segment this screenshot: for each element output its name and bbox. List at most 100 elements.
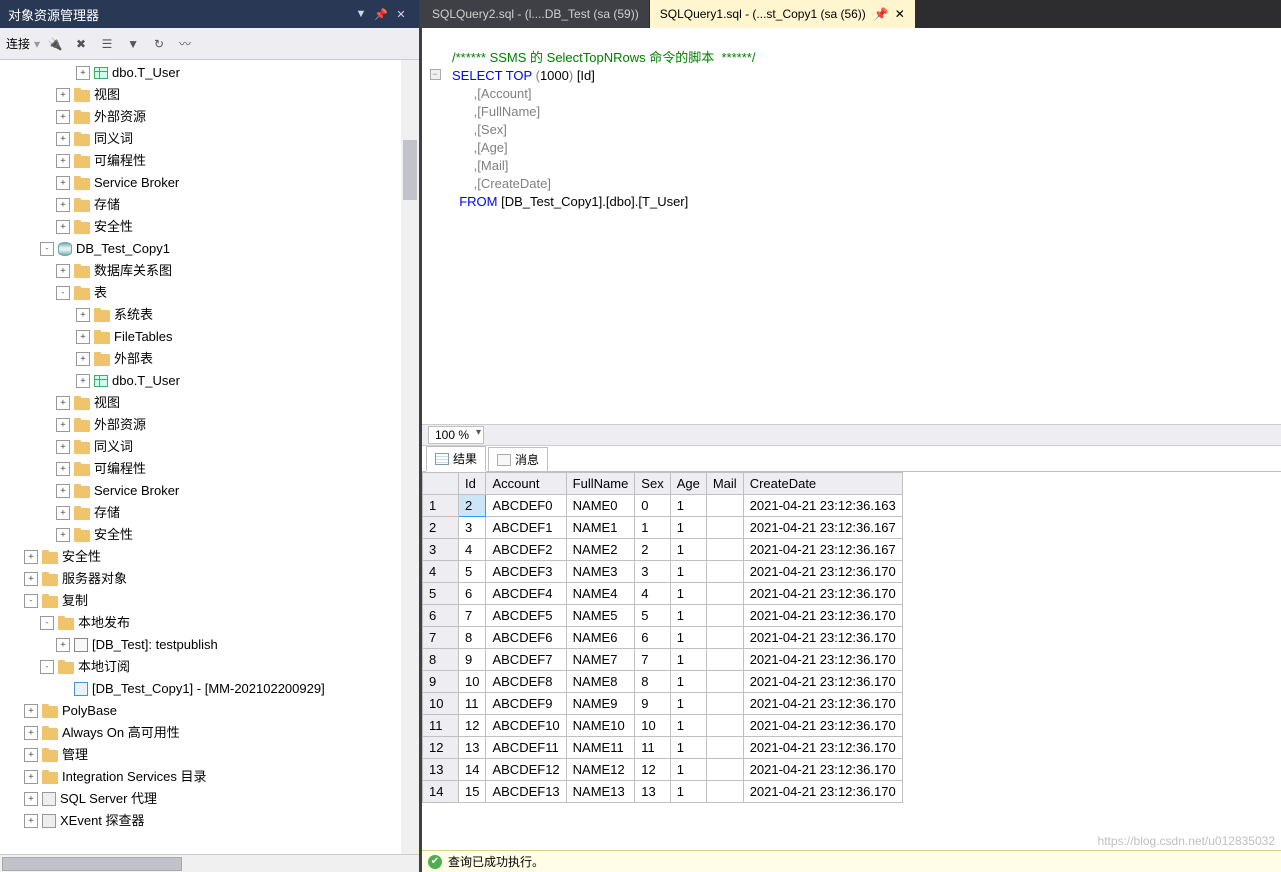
pin-icon[interactable]: 📌 — [371, 4, 391, 24]
dropdown-icon[interactable]: ▼ — [351, 4, 371, 24]
cell-n[interactable]: 13 — [423, 759, 459, 781]
expand-icon[interactable]: + — [76, 330, 90, 344]
tree-node[interactable]: +安全性 — [0, 524, 419, 546]
cell-fullname[interactable]: NAME3 — [566, 561, 635, 583]
cell-id[interactable]: 8 — [459, 627, 486, 649]
table-row[interactable]: 23ABCDEF1NAME1112021-04-21 23:12:36.167 — [423, 517, 903, 539]
tree-node[interactable]: +服务器对象 — [0, 568, 419, 590]
cell-account[interactable]: ABCDEF10 — [486, 715, 566, 737]
table-row[interactable]: 89ABCDEF7NAME7712021-04-21 23:12:36.170 — [423, 649, 903, 671]
tree-node[interactable]: +存储 — [0, 194, 419, 216]
cell-fullname[interactable]: NAME9 — [566, 693, 635, 715]
cell-n[interactable]: 1 — [423, 495, 459, 517]
cell-sex[interactable]: 6 — [635, 627, 670, 649]
expand-icon[interactable]: + — [56, 110, 70, 124]
cell-n[interactable]: 9 — [423, 671, 459, 693]
cell-mail[interactable] — [706, 781, 743, 803]
tab-results[interactable]: 结果 — [426, 446, 486, 472]
cell-account[interactable]: ABCDEF2 — [486, 539, 566, 561]
vertical-scrollbar[interactable] — [401, 60, 419, 854]
cell-n[interactable]: 2 — [423, 517, 459, 539]
cell-age[interactable]: 1 — [670, 517, 706, 539]
table-row[interactable]: 1112ABCDEF10NAME101012021-04-21 23:12:36… — [423, 715, 903, 737]
tree-node[interactable]: +存储 — [0, 502, 419, 524]
cell-age[interactable]: 1 — [670, 649, 706, 671]
tree-node[interactable]: +可编程性 — [0, 458, 419, 480]
cell-id[interactable]: 14 — [459, 759, 486, 781]
expand-icon[interactable]: + — [56, 462, 70, 476]
cell-fullname[interactable]: NAME6 — [566, 627, 635, 649]
expand-icon[interactable]: + — [24, 572, 38, 586]
table-row[interactable]: 1213ABCDEF11NAME111112021-04-21 23:12:36… — [423, 737, 903, 759]
column-header[interactable]: CreateDate — [743, 473, 902, 495]
cell-mail[interactable] — [706, 495, 743, 517]
cell-age[interactable]: 1 — [670, 715, 706, 737]
tree-node[interactable]: +PolyBase — [0, 700, 419, 722]
cell-age[interactable]: 1 — [670, 495, 706, 517]
cell-account[interactable]: ABCDEF12 — [486, 759, 566, 781]
expand-icon[interactable]: + — [76, 374, 90, 388]
cell-createdate[interactable]: 2021-04-21 23:12:36.170 — [743, 561, 902, 583]
cell-fullname[interactable]: NAME8 — [566, 671, 635, 693]
expand-icon[interactable]: + — [76, 308, 90, 322]
tree-node[interactable]: +Always On 高可用性 — [0, 722, 419, 744]
tree-node[interactable]: +[DB_Test]: testpublish — [0, 634, 419, 656]
expand-icon[interactable]: + — [56, 88, 70, 102]
cell-createdate[interactable]: 2021-04-21 23:12:36.170 — [743, 737, 902, 759]
column-header[interactable]: Mail — [706, 473, 743, 495]
expand-icon[interactable]: + — [56, 198, 70, 212]
refresh-icon[interactable]: ↻ — [148, 33, 170, 55]
expand-icon[interactable]: + — [56, 506, 70, 520]
expand-icon[interactable]: + — [56, 264, 70, 278]
cell-sex[interactable]: 2 — [635, 539, 670, 561]
plug-icon[interactable]: 🔌 — [44, 33, 66, 55]
tree-node[interactable]: +外部表 — [0, 348, 419, 370]
table-row[interactable]: 67ABCDEF5NAME5512021-04-21 23:12:36.170 — [423, 605, 903, 627]
tree-node[interactable]: +安全性 — [0, 546, 419, 568]
tree-node[interactable]: +管理 — [0, 744, 419, 766]
cell-age[interactable]: 1 — [670, 539, 706, 561]
cell-age[interactable]: 1 — [670, 671, 706, 693]
cell-account[interactable]: ABCDEF13 — [486, 781, 566, 803]
table-row[interactable]: 56ABCDEF4NAME4412021-04-21 23:12:36.170 — [423, 583, 903, 605]
expand-icon[interactable]: + — [24, 792, 38, 806]
cell-age[interactable]: 1 — [670, 627, 706, 649]
tree-node[interactable]: +SQL Server 代理 — [0, 788, 419, 810]
column-header[interactable]: Sex — [635, 473, 670, 495]
tree-node[interactable]: +FileTables — [0, 326, 419, 348]
tree-node[interactable]: -表 — [0, 282, 419, 304]
cell-n[interactable]: 4 — [423, 561, 459, 583]
cell-mail[interactable] — [706, 671, 743, 693]
cell-account[interactable]: ABCDEF6 — [486, 627, 566, 649]
expand-icon[interactable]: - — [56, 286, 70, 300]
tree-node[interactable]: +Integration Services 目录 — [0, 766, 419, 788]
tree-node[interactable]: +安全性 — [0, 216, 419, 238]
cell-n[interactable]: 3 — [423, 539, 459, 561]
expand-icon[interactable]: - — [24, 594, 38, 608]
cell-sex[interactable]: 11 — [635, 737, 670, 759]
cell-fullname[interactable]: NAME13 — [566, 781, 635, 803]
cell-fullname[interactable]: NAME12 — [566, 759, 635, 781]
pin-icon[interactable]: 📌 — [874, 7, 889, 21]
cell-sex[interactable]: 0 — [635, 495, 670, 517]
cell-age[interactable]: 1 — [670, 759, 706, 781]
cell-fullname[interactable]: NAME7 — [566, 649, 635, 671]
cell-id[interactable]: 13 — [459, 737, 486, 759]
tree-node[interactable]: +Service Broker — [0, 172, 419, 194]
list-icon[interactable]: ☰ — [96, 33, 118, 55]
expand-icon[interactable]: + — [56, 396, 70, 410]
tree-node[interactable]: +同义词 — [0, 128, 419, 150]
cell-id[interactable]: 5 — [459, 561, 486, 583]
cell-n[interactable]: 10 — [423, 693, 459, 715]
cell-createdate[interactable]: 2021-04-21 23:12:36.170 — [743, 781, 902, 803]
expand-icon[interactable]: + — [56, 154, 70, 168]
table-row[interactable]: 34ABCDEF2NAME2212021-04-21 23:12:36.167 — [423, 539, 903, 561]
expand-icon[interactable]: + — [24, 550, 38, 564]
cell-createdate[interactable]: 2021-04-21 23:12:36.170 — [743, 671, 902, 693]
sql-editor[interactable]: − /****** SSMS 的 SelectTopNRows 命令的脚本 **… — [422, 28, 1281, 424]
tree-node[interactable]: -本地发布 — [0, 612, 419, 634]
cell-mail[interactable] — [706, 737, 743, 759]
cell-mail[interactable] — [706, 517, 743, 539]
cell-fullname[interactable]: NAME0 — [566, 495, 635, 517]
tree-node[interactable]: +dbo.T_User — [0, 62, 419, 84]
